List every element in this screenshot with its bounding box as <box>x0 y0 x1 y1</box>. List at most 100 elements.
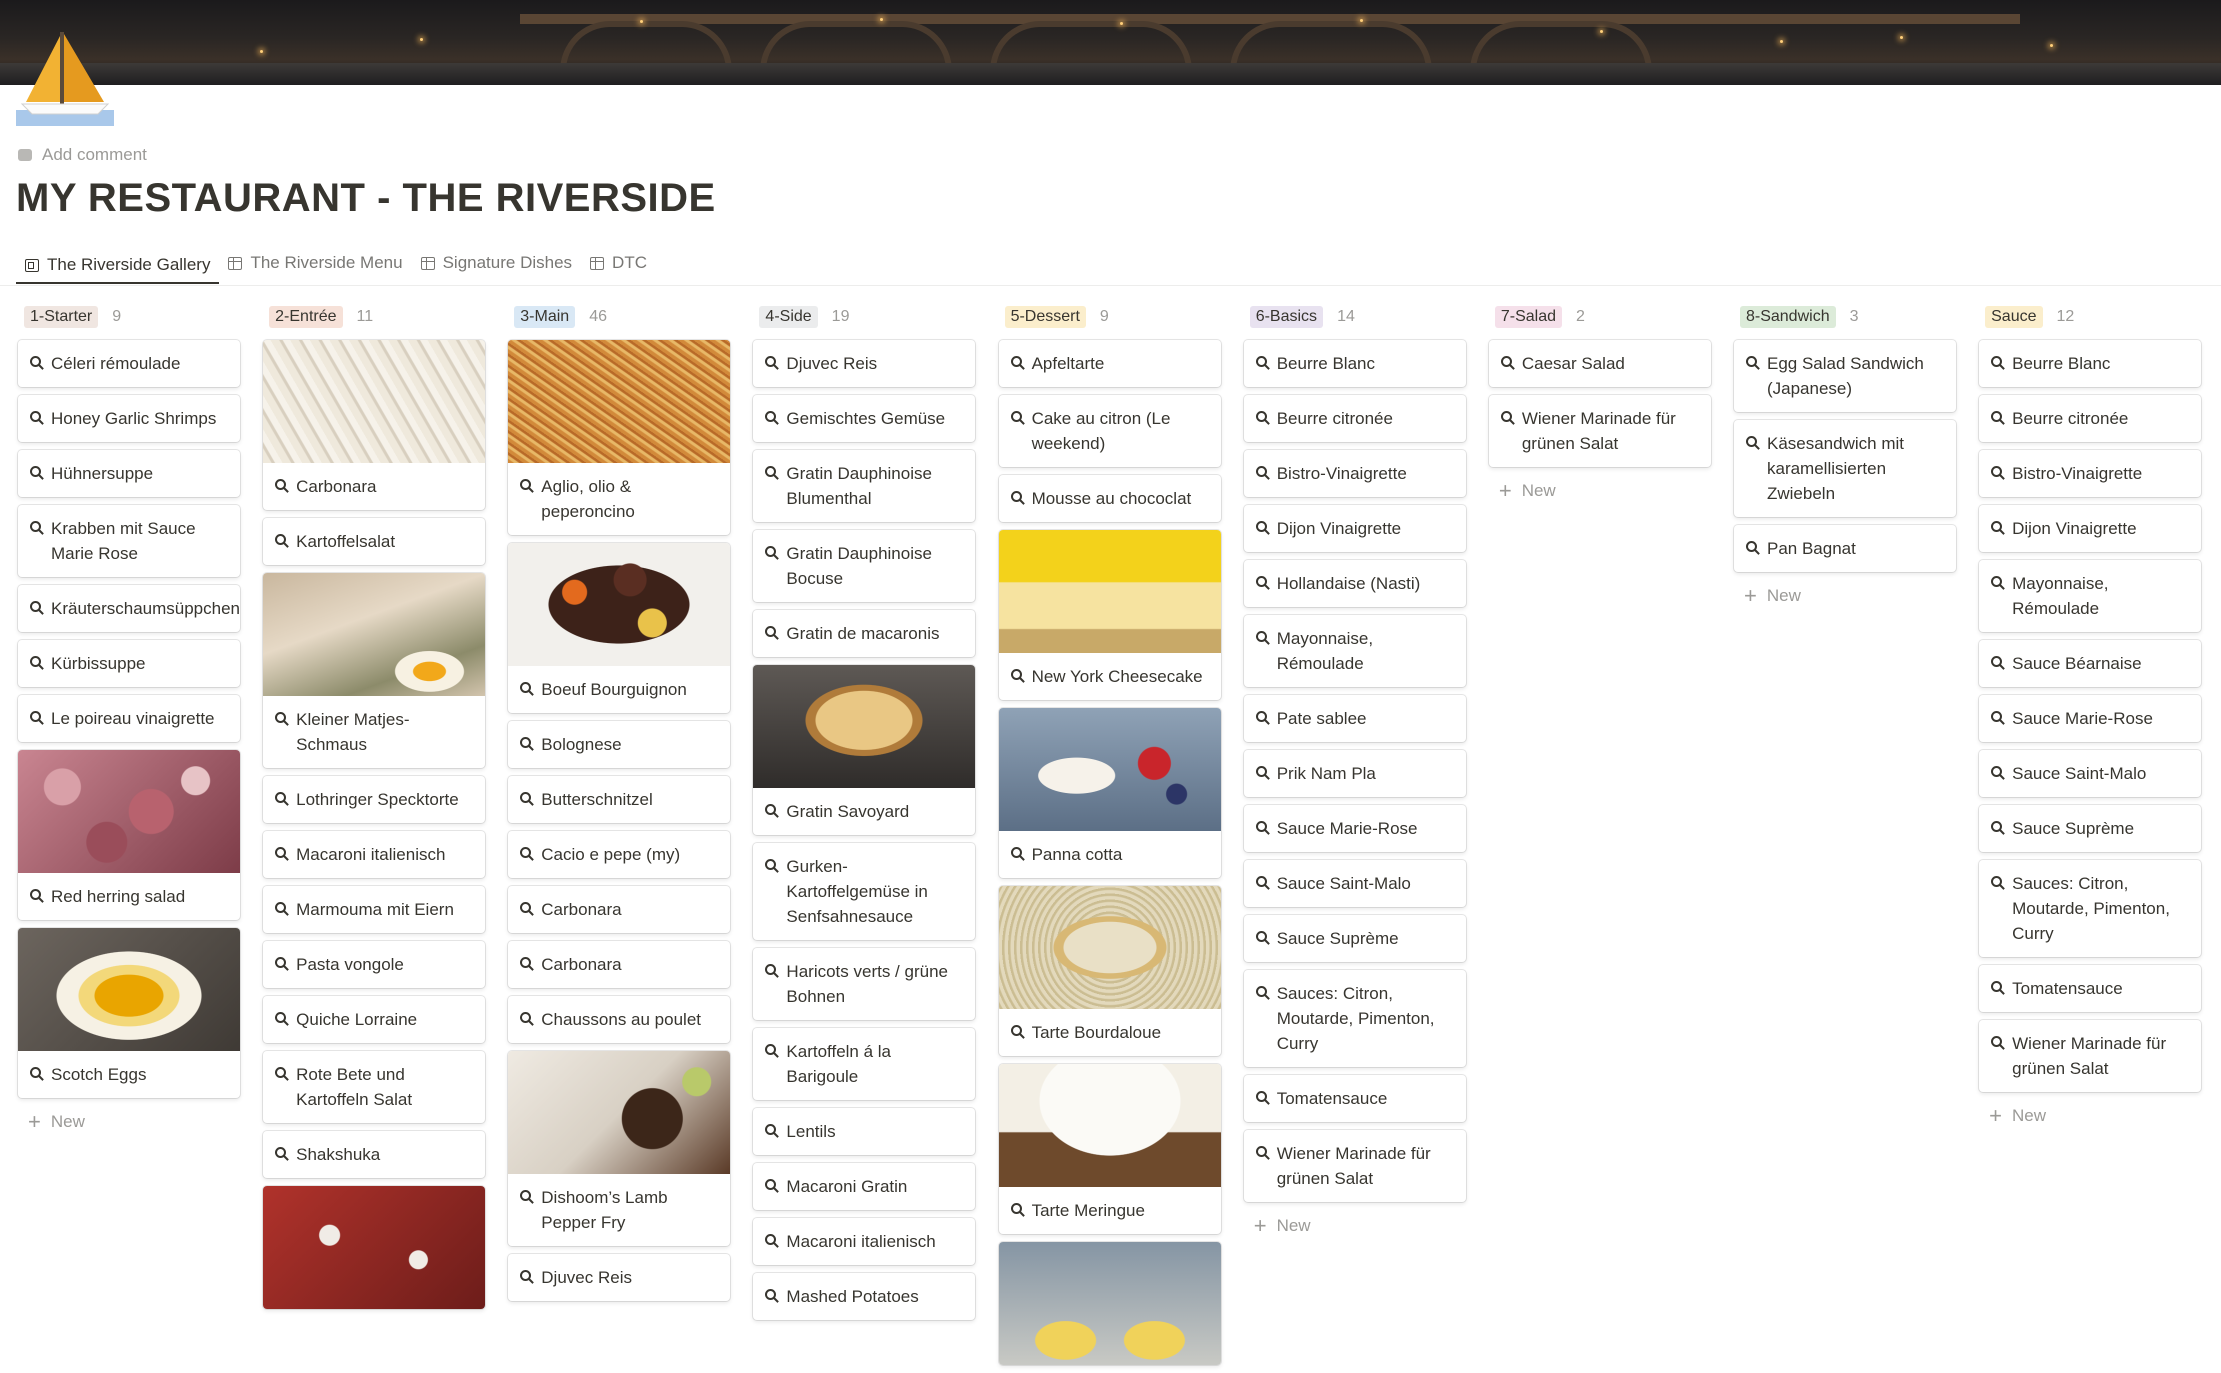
gallery-card[interactable]: Bistro-Vinaigrette <box>1979 450 2202 497</box>
gallery-card[interactable]: Gratin Savoyard <box>753 665 976 835</box>
gallery-card[interactable]: Beurre citronée <box>1243 395 1466 442</box>
gallery-card[interactable]: Lothringer Specktorte <box>263 776 486 823</box>
gallery-card[interactable]: Aglio, olio & peperoncino <box>508 340 731 535</box>
gallery-card[interactable]: Kleiner Matjes-Schmaus <box>263 573 486 768</box>
gallery-card[interactable]: Hollandaise (Nasti) <box>1243 560 1466 607</box>
gallery-card[interactable]: Bolognese <box>508 721 731 768</box>
gallery-card[interactable]: Gratin Dauphinoise Bocuse <box>753 530 976 602</box>
gallery-card[interactable]: Sauce Saint-Malo <box>1979 750 2202 797</box>
gallery-card[interactable]: Dijon Vinaigrette <box>1979 505 2202 552</box>
column-tag[interactable]: 6-Basics <box>1249 306 1324 328</box>
add-comment-button[interactable]: Add comment <box>18 145 147 165</box>
gallery-card[interactable]: Sauces: Citron, Moutarde, Pimenton, Curr… <box>1243 970 1466 1067</box>
gallery-card[interactable]: Pasta vongole <box>263 941 486 988</box>
gallery-card[interactable]: Kartoffeln á la Barigoule <box>753 1028 976 1100</box>
gallery-card[interactable]: Macaroni Gratin <box>753 1163 976 1210</box>
new-card-button[interactable]: + New <box>1734 580 1956 612</box>
new-card-button[interactable]: + New <box>1979 1100 2201 1132</box>
gallery-card[interactable]: Beurre citronée <box>1979 395 2202 442</box>
tab-dtc[interactable]: DTC <box>581 248 656 278</box>
gallery-card[interactable]: Käsesandwich mit karamellisierten Zwiebe… <box>1733 420 1956 517</box>
column-tag[interactable]: 3-Main <box>514 306 576 328</box>
gallery-card[interactable]: Gemischtes Gemüse <box>753 395 976 442</box>
gallery-card[interactable]: Mayonnaise, Rémoulade <box>1979 560 2202 632</box>
gallery-card[interactable]: Tomatensauce <box>1979 965 2202 1012</box>
gallery-card[interactable]: Mashed Potatoes <box>753 1273 976 1320</box>
tab-riverside-gallery[interactable]: The Riverside Gallery <box>16 248 220 284</box>
gallery-card[interactable]: Kartoffelsalat <box>263 518 486 565</box>
gallery-card[interactable]: Lentils <box>753 1108 976 1155</box>
gallery-card[interactable]: Pate sablee <box>1243 695 1466 742</box>
gallery-card[interactable] <box>998 1242 1221 1365</box>
gallery-card[interactable]: Djuvec Reis <box>753 340 976 387</box>
gallery-card[interactable]: Wiener Marinade für grünen Salat <box>1243 1130 1466 1202</box>
gallery-card[interactable]: Wiener Marinade für grünen Salat <box>1979 1020 2202 1092</box>
gallery-card[interactable]: Scotch Eggs <box>18 928 240 1098</box>
gallery-card[interactable]: Egg Salad Sandwich (Japanese) <box>1733 340 1956 412</box>
new-card-button[interactable]: + New <box>1489 475 1711 507</box>
column-tag[interactable]: 1-Starter <box>24 306 99 328</box>
gallery-card[interactable]: Sauce Béarnaise <box>1979 640 2202 687</box>
gallery-card[interactable]: Honey Garlic Shrimps <box>18 395 240 442</box>
gallery-card[interactable]: Sauce Suprème <box>1979 805 2202 852</box>
gallery-card[interactable]: Dishoom’s Lamb Pepper Fry <box>508 1051 731 1246</box>
gallery-card[interactable]: Mayonnaise, Rémoulade <box>1243 615 1466 687</box>
gallery-card[interactable]: Gurken-Kartoffelgemüse in Senfsahnesauce <box>753 843 976 940</box>
gallery-card[interactable]: Bistro-Vinaigrette <box>1243 450 1466 497</box>
gallery-card[interactable]: Carbonara <box>508 886 731 933</box>
gallery-card[interactable]: Mousse au chococlat <box>998 475 1221 522</box>
gallery-card[interactable]: Prik Nam Pla <box>1243 750 1466 797</box>
gallery-card[interactable]: Tarte Bourdaloue <box>998 886 1221 1056</box>
gallery-card[interactable]: Gratin de macaronis <box>753 610 976 657</box>
gallery-card[interactable]: Tarte Meringue <box>998 1064 1221 1234</box>
gallery-card[interactable]: Boeuf Bourguignon <box>508 543 731 713</box>
gallery-card[interactable]: Carbonara <box>508 941 731 988</box>
column-tag[interactable]: 8-Sandwich <box>1739 306 1836 328</box>
gallery-card[interactable]: Sauce Marie-Rose <box>1979 695 2202 742</box>
gallery-card[interactable]: Caesar Salad <box>1488 340 1711 387</box>
column-tag[interactable]: 7-Salad <box>1494 306 1562 328</box>
gallery-card[interactable]: Dijon Vinaigrette <box>1243 505 1466 552</box>
gallery-card[interactable]: Pan Bagnat <box>1733 525 1956 572</box>
column-tag[interactable]: Sauce <box>1985 306 2043 328</box>
gallery-card[interactable]: Gratin Dauphinoise Blumenthal <box>753 450 976 522</box>
gallery-card[interactable]: Céleri rémoulade <box>18 340 240 387</box>
gallery-card[interactable]: Kräuterschaumsüppchen <box>18 585 240 632</box>
gallery-card[interactable] <box>263 1186 486 1309</box>
gallery-card[interactable]: Le poireau vinaigrette <box>18 695 240 742</box>
gallery-card[interactable]: Butterschnitzel <box>508 776 731 823</box>
gallery-card[interactable]: Beurre Blanc <box>1979 340 2202 387</box>
sailboat-icon[interactable] <box>16 30 114 128</box>
gallery-card[interactable]: Cake au citron (Le weekend) <box>998 395 1221 467</box>
column-tag[interactable]: 2-Entrée <box>269 306 343 328</box>
gallery-card[interactable]: Djuvec Reis <box>508 1254 731 1301</box>
gallery-card[interactable]: Beurre Blanc <box>1243 340 1466 387</box>
gallery-card[interactable]: Marmouma mit Eiern <box>263 886 486 933</box>
gallery-card[interactable]: Quiche Lorraine <box>263 996 486 1043</box>
gallery-card[interactable]: Macaroni italienisch <box>263 831 486 878</box>
gallery-card[interactable]: Krabben mit Sauce Marie Rose <box>18 505 240 577</box>
gallery-card[interactable]: Haricots verts / grüne Bohnen <box>753 948 976 1020</box>
gallery-card[interactable]: Tomatensauce <box>1243 1075 1466 1122</box>
gallery-card[interactable]: Chaussons au poulet <box>508 996 731 1043</box>
gallery-card[interactable]: Cacio e pepe (my) <box>508 831 731 878</box>
gallery-card[interactable]: Apfeltarte <box>998 340 1221 387</box>
gallery-card[interactable]: Red herring salad <box>18 750 240 920</box>
new-card-button[interactable]: + New <box>18 1106 240 1138</box>
gallery-card[interactable]: Carbonara <box>263 340 486 510</box>
gallery-card[interactable]: Hühnersuppe <box>18 450 240 497</box>
gallery-card[interactable]: Sauce Suprème <box>1243 915 1466 962</box>
tab-signature-dishes[interactable]: Signature Dishes <box>412 248 581 278</box>
gallery-card[interactable]: Sauce Marie-Rose <box>1243 805 1466 852</box>
gallery-card[interactable]: Shakshuka <box>263 1131 486 1178</box>
gallery-card[interactable]: Macaroni italienisch <box>753 1218 976 1265</box>
new-card-button[interactable]: + New <box>1244 1210 1466 1242</box>
gallery-card[interactable]: Sauce Saint-Malo <box>1243 860 1466 907</box>
gallery-card[interactable]: Sauces: Citron, Moutarde, Pimenton, Curr… <box>1979 860 2202 957</box>
gallery-card[interactable]: Kürbissuppe <box>18 640 240 687</box>
column-tag[interactable]: 5-Dessert <box>1004 306 1086 328</box>
column-tag[interactable]: 4-Side <box>759 306 818 328</box>
tab-riverside-menu[interactable]: The Riverside Menu <box>219 248 411 278</box>
gallery-card[interactable]: Rote Bete und Kartoffeln Salat <box>263 1051 486 1123</box>
gallery-card[interactable]: Wiener Marinade für grünen Salat <box>1488 395 1711 467</box>
